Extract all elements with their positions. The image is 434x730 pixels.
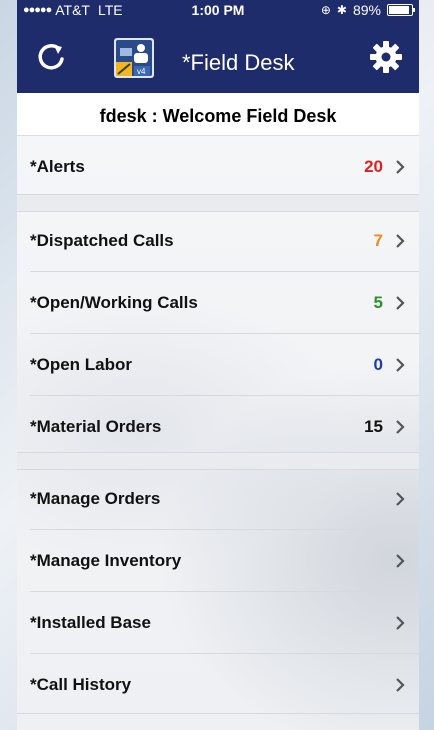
bluetooth-icon: ✱ [336, 3, 347, 17]
refresh-icon[interactable] [35, 40, 69, 74]
page-title: *Field Desk [182, 50, 295, 75]
phone-screen: ●●●●● AT&T LTE 1:00 PM ⊕ ✱ 89% v4 *Field… [17, 0, 419, 730]
menu-item-dispatched-calls[interactable]: *Dispatched Calls 7 [17, 210, 419, 272]
menu-item-manage-orders[interactable]: *Manage Orders [17, 468, 419, 530]
menu-item-label: *Manage Orders [30, 489, 161, 508]
menu-item-open-labor[interactable]: *Open Labor 0 [17, 334, 419, 396]
chevron-right-icon [396, 554, 405, 568]
menu-item-label: *Open Labor [30, 355, 133, 374]
divider [17, 713, 419, 714]
menu-item-label: *Call History [30, 675, 132, 694]
status-right: ⊕ ✱ 89% [320, 2, 415, 18]
status-time: 1:00 PM [191, 2, 245, 18]
menu-item-label: *Installed Base [30, 613, 151, 632]
status-bar: ●●●●● AT&T LTE 1:00 PM ⊕ ✱ 89% [17, 0, 419, 20]
menu-item-label: *Dispatched Calls [30, 231, 174, 250]
chevron-right-icon [396, 296, 405, 310]
menu-item-count: 20 [364, 157, 383, 176]
menu-item-label: *Alerts [30, 157, 85, 176]
menu-item-label: *Material Orders [30, 417, 162, 436]
chevron-right-icon [396, 492, 405, 506]
app-header: ●●●●● AT&T LTE 1:00 PM ⊕ ✱ 89% v4 *Field… [17, 0, 419, 93]
menu-item-count: 5 [373, 293, 383, 312]
menu-item-count: 15 [364, 417, 383, 436]
rotation-lock-icon: ⊕ [320, 3, 331, 17]
battery-icon [387, 4, 415, 16]
menu-item-manage-inventory[interactable]: *Manage Inventory [17, 530, 419, 592]
menu-item-open-working-calls[interactable]: *Open/Working Calls 5 [17, 272, 419, 334]
menu-item-label: *Open/Working Calls [30, 293, 198, 312]
chevron-right-icon [396, 358, 405, 372]
menu-item-call-history[interactable]: *Call History [17, 654, 419, 716]
menu-item-count: 0 [373, 355, 383, 374]
menu-item-alerts[interactable]: *Alerts 20 [17, 136, 419, 198]
app-logo: v4 [114, 38, 154, 78]
chevron-right-icon [396, 678, 405, 692]
menu-item-installed-base[interactable]: *Installed Base [17, 592, 419, 654]
chevron-right-icon [396, 160, 405, 174]
battery-label: 89% [352, 2, 381, 18]
logo-badge: v4 [137, 67, 146, 76]
gear-icon[interactable] [369, 40, 403, 74]
chevron-right-icon [396, 420, 405, 434]
navigation-bar: v4 *Field Desk [17, 20, 419, 93]
chevron-right-icon [396, 234, 405, 248]
menu-item-label: *Manage Inventory [30, 551, 182, 570]
menu-item-material-orders[interactable]: *Material Orders 15 [17, 396, 419, 458]
field-desk-logo-icon: v4 [114, 38, 154, 78]
menu-item-count: 7 [373, 231, 383, 250]
signal-icon: ●●●●● [23, 4, 52, 16]
status-left: ●●●●● AT&T LTE [23, 2, 123, 18]
chevron-right-icon [396, 616, 405, 630]
network-label: LTE [97, 2, 123, 18]
welcome-header: fdesk : Welcome Field Desk [17, 93, 419, 136]
carrier-label: AT&T [55, 2, 90, 18]
